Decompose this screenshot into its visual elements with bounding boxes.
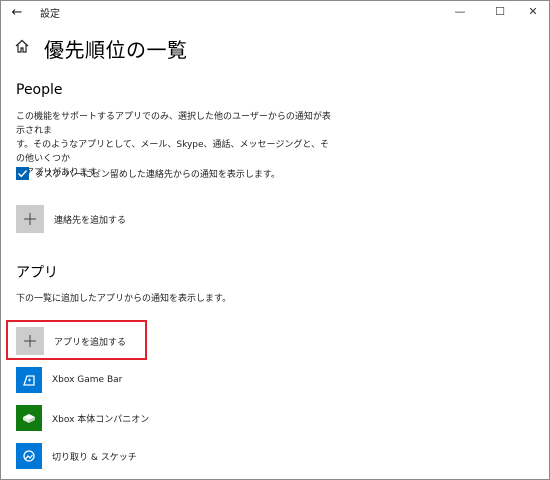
plus-icon [24, 335, 36, 347]
app-label: Xbox 本体コンパニオン [52, 414, 150, 425]
app-item-xbox-console-companion[interactable]: Xbox 本体コンパニオン [16, 404, 149, 432]
add-app-button[interactable]: アプリを追加する [16, 326, 126, 356]
maximize-icon: ☐ [495, 4, 505, 18]
close-icon: ✕ [528, 4, 538, 18]
people-description-line-2: す。そのようなアプリとして、メール、Skype、通話、メッセージングと、その他い… [16, 140, 330, 164]
add-contact-label: 連絡先を追加する [54, 215, 127, 226]
checkmark-icon [18, 169, 28, 177]
xbox-console-companion-icon [16, 405, 42, 431]
minimize-icon: — [454, 4, 466, 18]
add-app-label: アプリを追加する [54, 337, 127, 348]
xbox-game-bar-icon [16, 367, 42, 393]
back-button[interactable]: ← [6, 2, 28, 22]
apps-heading: アプリ [16, 265, 58, 281]
add-app-tile [16, 327, 44, 355]
minimize-button[interactable]: — [443, 0, 477, 22]
back-arrow-icon: ← [11, 4, 23, 20]
close-button[interactable]: ✕ [516, 0, 550, 22]
plus-icon [24, 213, 36, 225]
home-icon[interactable] [14, 38, 30, 54]
app-item-xbox-game-bar[interactable]: Xbox Game Bar [16, 366, 122, 394]
title-bar: ← 設定 — ☐ ✕ [0, 0, 550, 24]
app-item-snip-sketch[interactable]: 切り取り & スケッチ [16, 442, 137, 470]
app-label: Xbox Game Bar [52, 375, 123, 385]
apps-description: 下の一覧に追加したアプリからの通知を表示します。 [16, 294, 232, 304]
pinned-contacts-checkbox[interactable] [16, 166, 29, 180]
window-title: 設定 [40, 9, 60, 20]
people-description-line-1: この機能をサポートするアプリでのみ、選択した他のユーザーからの通知が表示されま [16, 112, 331, 136]
add-contact-tile [16, 205, 44, 233]
snip-sketch-icon [16, 443, 42, 469]
add-contact-button[interactable]: 連絡先を追加する [16, 204, 126, 234]
app-label: 切り取り & スケッチ [52, 452, 137, 463]
pinned-contacts-label: タスク バーにピン留めした連絡先からの通知を表示します。 [35, 169, 280, 180]
maximize-button[interactable]: ☐ [483, 0, 517, 22]
pinned-contacts-checkbox-row[interactable]: タスク バーにピン留めした連絡先からの通知を表示します。 [16, 165, 280, 181]
page-title: 優先順位の一覧 [44, 38, 188, 62]
people-heading: People [16, 82, 63, 98]
